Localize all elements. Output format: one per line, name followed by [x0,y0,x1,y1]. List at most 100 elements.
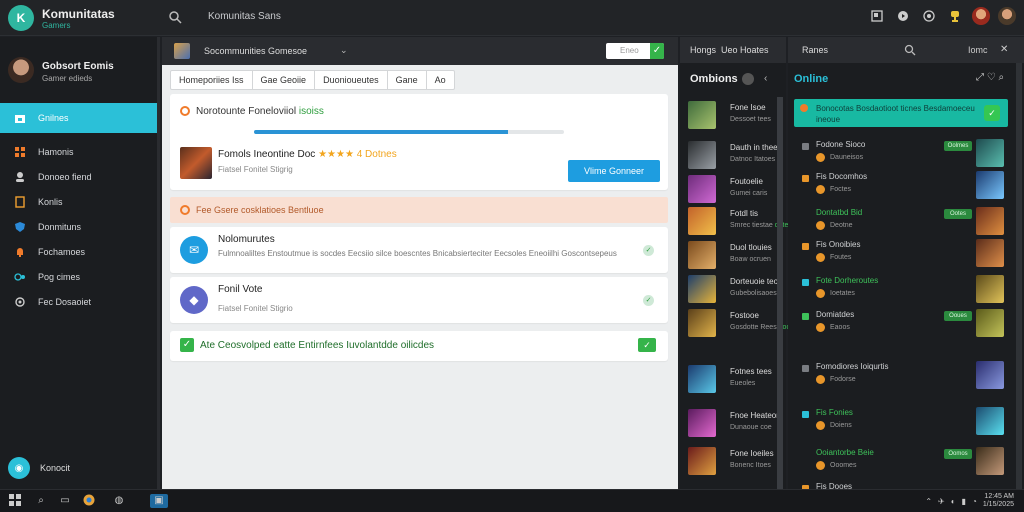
checkbox[interactable]: ✓ [180,338,194,352]
game-thumbnail[interactable] [688,175,716,203]
network-icon[interactable]: ✈ [938,497,945,506]
friend-game-thumbnail[interactable] [976,447,1004,475]
browser-icon[interactable] [82,494,96,508]
game-list-item[interactable]: Foutoelie Gumei caris [688,173,784,205]
community-selector[interactable]: Socommunities Gomesoe [204,46,307,56]
friend-list-item[interactable]: Fodone Sioco Dauneisos Oolmes [798,139,1006,169]
tab-homepage[interactable]: Homeporiies Iss [171,71,253,89]
wifi-icon[interactable]: ◔ [972,497,977,506]
chevron-down-icon[interactable]: ⌄ [340,45,348,56]
search-input[interactable]: Komunitas Sans [208,11,281,22]
close-icon[interactable]: ✕ [1000,44,1008,55]
chevron-up-icon[interactable]: ⌃ [925,497,932,506]
chat-icon[interactable] [920,7,938,25]
task-view-icon[interactable]: ▭ [58,494,72,508]
app-icon[interactable]: ◍ [112,494,126,508]
game-list-item[interactable]: Dorteuoie teon Gubebolisaoes [688,273,784,305]
online-controls[interactable]: ⤢ ♡ ⌕ [976,72,1004,83]
tab-more[interactable]: Ao [427,71,454,89]
sidebar-item-settings[interactable]: Fec Dosaoiet [0,289,157,314]
game-list-item[interactable]: Fotdl tis Smrec tiestae dutes [688,205,792,237]
sidebar-item-grid[interactable]: Hamonis [0,139,157,164]
game-thumbnail[interactable] [688,207,716,235]
game-thumbnail[interactable] [688,309,716,337]
tab-guide[interactable]: Gae Geoiie [253,71,316,89]
games-header-a[interactable]: Hongs [690,45,716,55]
game-thumbnail[interactable] [688,275,716,303]
clock[interactable]: 12:45 AM 1/15/2025 [983,493,1014,509]
game-thumbnail[interactable] [688,101,716,129]
friend-list-item[interactable]: Ooiantorbe Beie Ooomes Oomos [798,447,1006,477]
game-list-item[interactable]: Fone Isoe Dessoet tees [688,99,784,131]
active-app-icon[interactable]: ▣ [150,494,168,508]
sidebar-item-gamepad[interactable]: Pog cimes [0,264,157,289]
profile[interactable]: Gobsort Eomis Gamer edieds [8,57,158,87]
tab-communities[interactable]: Duonioueutes [315,71,388,89]
notice-banner[interactable]: Fee Gsere cosklatioes Bentluoe [170,197,668,223]
alert-action-button[interactable]: ✓ [984,105,1000,121]
friend-list-item[interactable]: Domiatdes Eaoos Ooues [798,309,1006,339]
friend-game-thumbnail[interactable] [976,171,1004,199]
scrollbar[interactable] [777,97,783,489]
toggle-icon[interactable] [742,73,754,85]
game-list-item[interactable]: Dauth in thees Datnoc Itatoes [688,139,784,171]
friend-game-thumbnail[interactable] [976,407,1004,435]
start-icon[interactable] [8,494,22,508]
user-avatar-secondary[interactable] [998,7,1016,25]
trophy-icon[interactable] [946,7,964,25]
friend-game-thumbnail[interactable] [976,361,1004,389]
window-icon[interactable] [868,7,886,25]
avatar[interactable] [8,57,34,83]
game-thumbnail[interactable] [688,365,716,393]
community-icon[interactable]: ◉ [8,457,30,479]
app-logo-icon[interactable]: K [8,5,34,31]
community-thumbnail[interactable] [174,43,190,59]
game-thumbnail[interactable] [180,147,212,179]
battery-icon[interactable]: ▮ [962,497,966,506]
friend-list-item[interactable]: Fote Dorheroutes Ioetates [798,275,1006,305]
check-icon[interactable]: ✓ [650,43,664,59]
game-list-item[interactable]: Fostooe Gosdotte Rees eoo [688,307,790,339]
friend-list-item[interactable]: Fis Onoibies Foutes [798,239,1006,269]
game-thumbnail[interactable] [688,141,716,169]
join-button[interactable]: Vlime Gonneer [568,160,660,182]
scrollbar[interactable] [1016,63,1022,489]
volume-icon[interactable]: ◐ [951,497,956,506]
game-thumbnail[interactable] [688,241,716,269]
friend-list-item[interactable]: Fomodiores Ioiqurtis Fodorse [798,361,1006,391]
friend-game-thumbnail[interactable] [976,139,1004,167]
check-icon[interactable]: ✓ [643,245,654,256]
sidebar-footer[interactable]: ◉ Konocit [8,457,70,479]
sidebar-item-bookmark[interactable]: Konlis [0,189,157,214]
game-list-item[interactable]: Duol tlouies Boaw ocruen [688,239,784,271]
game-list-item[interactable]: Fone Ioeiles Bonenc Itoes [688,445,784,477]
sidebar-item-shield[interactable]: Donmituns [0,214,157,239]
chevron-left-icon[interactable]: ‹ [764,73,767,84]
friend-game-thumbnail[interactable] [976,207,1004,235]
search-icon[interactable]: ⌕ [34,494,48,508]
online-header-label[interactable]: Iomc [968,45,988,55]
friend-list-item[interactable]: Dontatbd Bid Deotne Ootes [798,207,1006,237]
sidebar-item-bell[interactable]: Fochamoes [0,239,157,264]
friend-game-thumbnail[interactable] [976,275,1004,303]
game-thumbnail[interactable] [688,447,716,475]
check-icon[interactable]: ✓ [643,295,654,306]
list-item[interactable]: ✉ Nolomurutes Fulmnoaliltes Enstoutmue i… [170,227,668,273]
search-icon[interactable] [904,44,916,56]
friend-list-item[interactable]: Fis Docomhos Foctes [798,171,1006,201]
video-icon[interactable] [894,7,912,25]
friend-game-thumbnail[interactable] [976,239,1004,267]
sidebar-item-users[interactable]: Donoeo fiend [0,164,157,189]
search-icon[interactable] [168,10,182,24]
sidebar-item-home[interactable]: Gnilnes [0,103,157,133]
games-header-b[interactable]: Ueo Hoates [721,45,769,55]
game-thumbnail[interactable] [688,409,716,437]
user-avatar[interactable] [972,7,990,25]
confirm-button[interactable]: ✓ [638,338,656,352]
friend-list-item[interactable]: Fis Fonies Doiens [798,407,1006,437]
game-list-item[interactable]: Fotnes tees Eueoles [688,363,784,395]
list-item[interactable]: ◆ Fonil Vote Fiatsel Fonitel Stigrio ✓ [170,277,668,323]
tab-game[interactable]: Gane [388,71,427,89]
online-alert[interactable]: Bonocotas Bosdaotioot ticnes Besdamoeceu… [794,99,1008,127]
friend-game-thumbnail[interactable] [976,309,1004,337]
